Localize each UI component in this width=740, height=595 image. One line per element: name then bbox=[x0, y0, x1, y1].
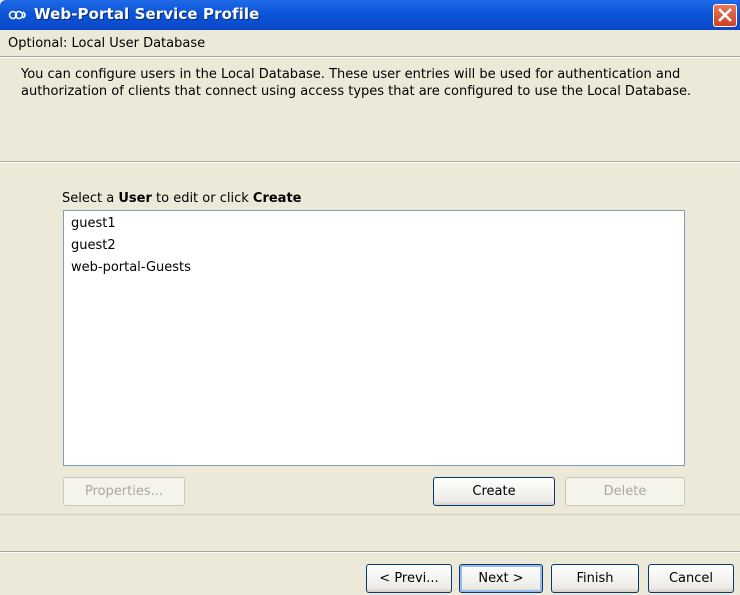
divider bbox=[0, 57, 740, 58]
create-button[interactable]: Create bbox=[433, 477, 555, 506]
window-title: Web-Portal Service Profile bbox=[34, 5, 260, 23]
next-button[interactable]: Next > bbox=[459, 564, 543, 593]
label-prefix: Select a bbox=[62, 191, 119, 206]
close-icon bbox=[718, 8, 732, 22]
user-list[interactable]: guest1 guest2 web-portal-Guests bbox=[63, 210, 685, 466]
list-item[interactable]: guest2 bbox=[71, 238, 116, 253]
divider bbox=[0, 514, 740, 515]
list-item[interactable]: web-portal-Guests bbox=[71, 260, 191, 275]
app-logo-icon bbox=[8, 10, 26, 20]
cancel-button[interactable]: Cancel bbox=[648, 564, 734, 593]
label-middle: to edit or click bbox=[151, 191, 253, 206]
properties-button[interactable]: Properties... bbox=[63, 477, 185, 506]
page-description: You can configure users in the Local Dat… bbox=[21, 67, 692, 99]
user-list-label: Select a User to edit or click Create bbox=[62, 191, 301, 206]
previous-button[interactable]: < Previ... bbox=[366, 564, 452, 593]
label-user: User bbox=[118, 191, 152, 206]
close-button[interactable] bbox=[713, 4, 737, 27]
list-item[interactable]: guest1 bbox=[71, 216, 116, 231]
label-create: Create bbox=[252, 191, 302, 206]
page-title: Optional: Local User Database bbox=[8, 36, 206, 51]
delete-button[interactable]: Delete bbox=[565, 477, 685, 506]
title-bar: Web-Portal Service Profile bbox=[0, 0, 740, 30]
divider bbox=[0, 552, 740, 553]
divider bbox=[0, 162, 740, 163]
finish-button[interactable]: Finish bbox=[551, 564, 639, 593]
